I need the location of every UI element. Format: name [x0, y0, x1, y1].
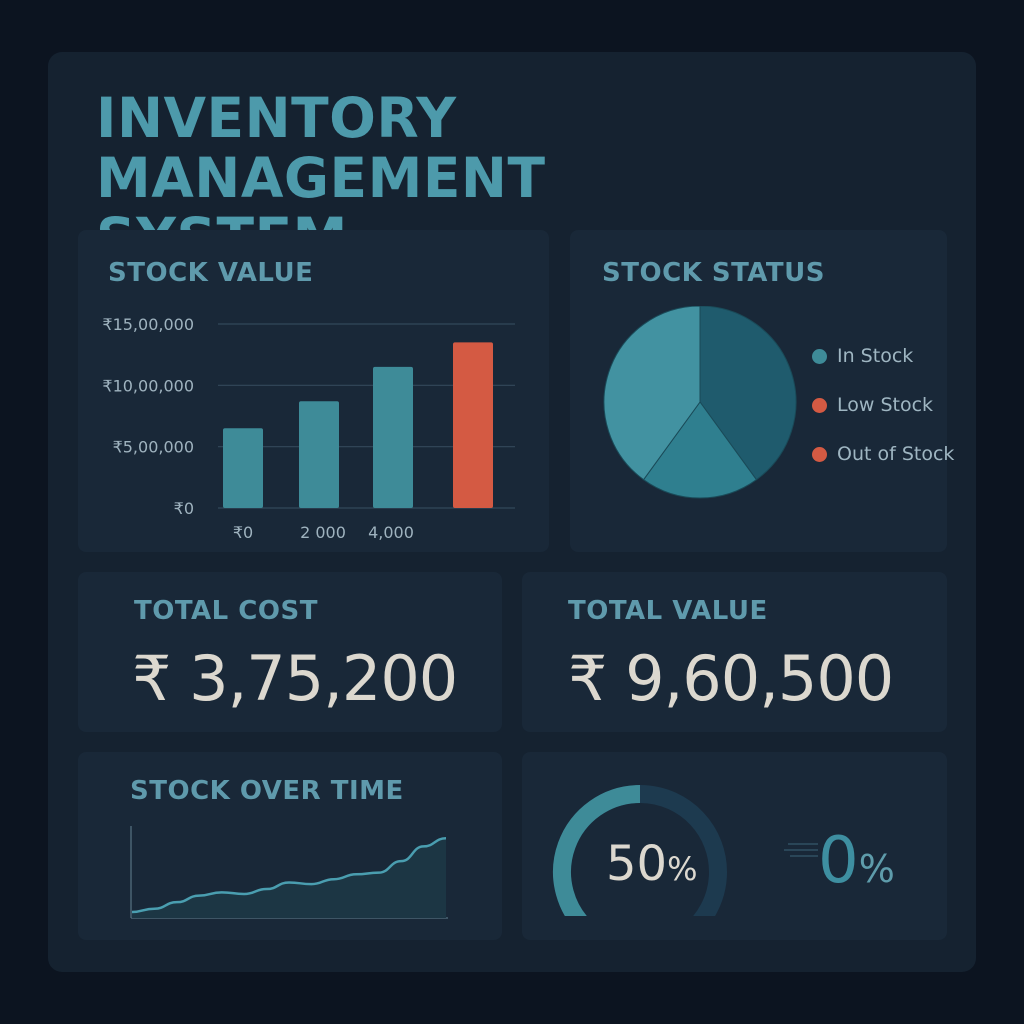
gauge-card: 50% 0% [522, 752, 947, 940]
legend-item-low-stock: Low Stock [812, 393, 933, 417]
stock-over-time-area-chart [130, 826, 448, 919]
bar-y-tick-label: ₹5,00,000 [113, 438, 194, 457]
stock-value-bar [373, 366, 413, 508]
total-cost-card: TOTAL COST ₹ 3,75,200 [78, 572, 502, 732]
gauge-value-unit: % [667, 850, 698, 888]
stock-value-bar-chart: ₹15,00,000 ₹10,00,000 ₹5,00,000 ₹0 ₹0 2 000 4… [102, 315, 515, 542]
legend-low-stock-label: Low Stock [837, 394, 934, 416]
stock-status-title: STOCK STATUS [602, 258, 825, 288]
legend-item-out-of-stock: Out of Stock [812, 442, 954, 466]
stock-over-time-card: STOCK OVER TIME [78, 752, 502, 940]
bar-x-tick-label: 4,000 [368, 523, 414, 542]
page-title-line-1: INVENTORY MANAGEMENT [96, 86, 546, 210]
legend-item-in-stock: In Stock [812, 344, 913, 368]
stock-status-pie-chart [603, 306, 797, 499]
legend-low-stock-dot-icon [812, 397, 827, 413]
area-chart-fill [132, 838, 446, 918]
stock-value-bar [299, 401, 339, 508]
stock-value-bar [453, 342, 493, 508]
total-cost-title: TOTAL COST [134, 596, 318, 626]
percent-stat-unit: % [858, 847, 895, 891]
legend-out-of-stock-label: Out of Stock [837, 443, 955, 465]
bar-x-tick-label: ₹0 [233, 523, 253, 542]
bar-y-tick-label: ₹15,00,000 [102, 315, 194, 334]
gauge-value: 50% [606, 836, 697, 892]
legend-in-stock-dot-icon [812, 348, 827, 364]
total-cost-value: ₹ 3,75,200 [132, 642, 458, 715]
gauge-value-number: 50 [606, 836, 668, 892]
total-value-title: TOTAL VALUE [568, 596, 768, 626]
stock-status-card: STOCK STATUS In Stock Low Stock Out of S… [570, 230, 954, 552]
bar-y-tick-label: ₹0 [174, 499, 194, 518]
stock-value-card: STOCK VALUE ₹15,00,000 ₹10,00,000 ₹5,00,00… [78, 230, 549, 552]
stock-value-bar [223, 428, 263, 508]
total-value-card: TOTAL VALUE ₹ 9,60,500 [522, 572, 947, 732]
bar-y-tick-label: ₹10,00,000 [102, 376, 194, 395]
stock-over-time-title: STOCK OVER TIME [130, 776, 404, 806]
bar-x-tick-label: 2 000 [300, 523, 346, 542]
speed-lines-icon [784, 843, 818, 857]
dashboard-panel: INVENTORY MANAGEMENT SYSTEM STOCK VALUE … [48, 52, 976, 972]
percent-stat: 0% [818, 824, 895, 898]
total-value-value: ₹ 9,60,500 [568, 642, 894, 715]
legend-out-of-stock-dot-icon [812, 446, 827, 462]
legend-in-stock-label: In Stock [837, 345, 914, 367]
percent-stat-number: 0 [818, 824, 859, 898]
